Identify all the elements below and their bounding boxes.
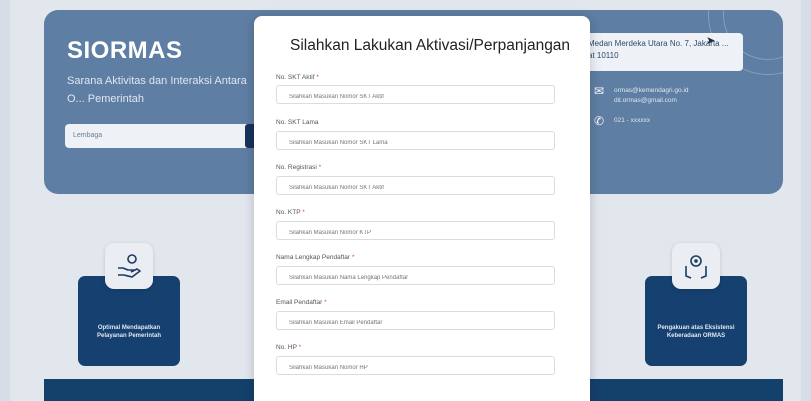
label-nama-lengkap: Nama Lengkap Pendaftar * <box>276 254 355 261</box>
email-text: ormas@kemendagri.go.id dit.ormas@gmail.c… <box>614 87 689 104</box>
mail-icon: ✉ <box>594 84 605 98</box>
lembaga-search-input[interactable]: Lembaga <box>65 124 255 148</box>
brand-title: SIORMAS <box>67 37 183 64</box>
no-ktp-input[interactable] <box>276 221 555 240</box>
feature-card-left: Optimal Mendapatkan Pelayanan Pemerintah <box>78 276 180 366</box>
phone-icon: ✆ <box>594 114 605 128</box>
modal-title: Silahkan Lakukan Aktivasi/Perpanjangan <box>290 37 571 54</box>
feature-text-left: Optimal Mendapatkan Pelayanan Pemerintah <box>96 325 162 339</box>
nama-lengkap-input[interactable] <box>276 266 555 285</box>
no-skt-aktif-input[interactable] <box>276 85 555 104</box>
no-skt-lama-input[interactable] <box>276 131 555 150</box>
label-no-ktp: No. KTP * <box>276 209 305 216</box>
no-registrasi-input[interactable] <box>276 176 555 195</box>
label-no-hp: No. HP * <box>276 344 302 351</box>
brand-tagline: Sarana Aktivitas dan Interaksi Antara O.… <box>67 75 247 105</box>
team-shield-icon <box>672 243 720 289</box>
hand-coin-icon <box>105 243 153 289</box>
no-hp-input[interactable] <box>276 356 555 375</box>
phone-text: 021 - xxxxxx <box>614 117 651 124</box>
email-pendaftar-input[interactable] <box>276 311 555 330</box>
label-email-pendaftar: Email Pendaftar * <box>276 299 327 306</box>
label-no-skt-aktif: No. SKT Aktif * <box>276 74 319 81</box>
feature-card-right: Pengakuan atas Eksistensi Keberadaan ORM… <box>645 276 747 366</box>
activation-modal: Silahkan Lakukan Aktivasi/Perpanjangan N… <box>254 16 590 401</box>
label-no-registrasi: No. Registrasi * <box>276 164 322 171</box>
label-no-skt-lama: No. SKT Lama <box>276 119 319 126</box>
address-card: Medan Merdeka Utara No. 7, Jakarta ... a… <box>580 33 743 71</box>
mouse-cursor-icon: ➤ <box>706 35 716 47</box>
feature-text-right: Pengakuan atas Eksistensi Keberadaan ORM… <box>657 325 735 339</box>
